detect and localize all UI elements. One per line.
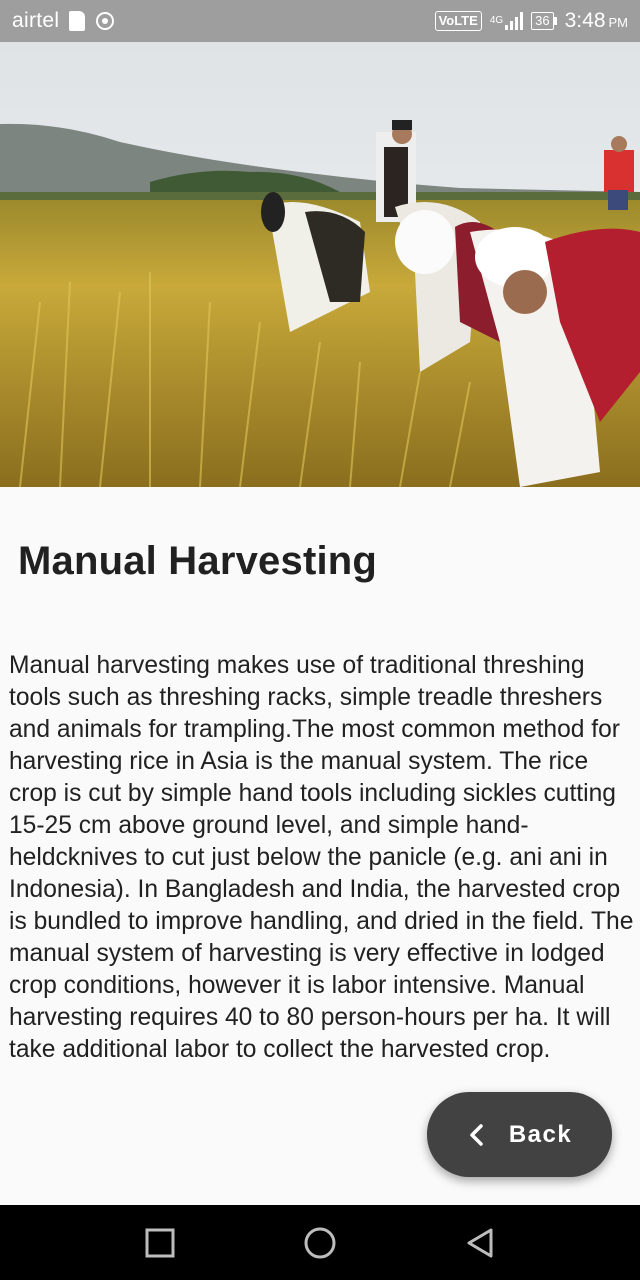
- hotspot-icon: [96, 12, 115, 30]
- hero-image: [0, 42, 640, 487]
- carrier-name: airtel: [12, 9, 60, 32]
- battery-level: 36: [531, 12, 554, 30]
- clock: 3:48 PM: [565, 9, 628, 33]
- rice-harvest-photo: [0, 42, 640, 487]
- chevron-left-icon: [470, 1123, 483, 1146]
- sd-card-icon: [69, 11, 86, 31]
- clock-time: 3:48: [564, 9, 606, 32]
- signal-icon: [505, 12, 524, 30]
- back-button-label: Back: [508, 1120, 573, 1148]
- status-bar: airtel VoLTE 4G 36 3:48 PM: [0, 0, 640, 42]
- back-triangle-icon[interactable]: [464, 1227, 496, 1259]
- battery-icon: 36: [531, 12, 557, 30]
- recents-square-icon[interactable]: [144, 1227, 176, 1259]
- clock-ampm: PM: [608, 15, 629, 30]
- home-circle-icon[interactable]: [304, 1227, 336, 1259]
- back-button[interactable]: Back: [427, 1092, 612, 1177]
- network-type: 4G: [489, 15, 504, 26]
- volte-badge: VoLTE: [434, 11, 482, 31]
- article-body: Manual harvesting makes use of tradition…: [9, 652, 634, 1063]
- page-title: Manual Harvesting: [18, 539, 378, 583]
- system-nav-bar: [0, 1205, 640, 1280]
